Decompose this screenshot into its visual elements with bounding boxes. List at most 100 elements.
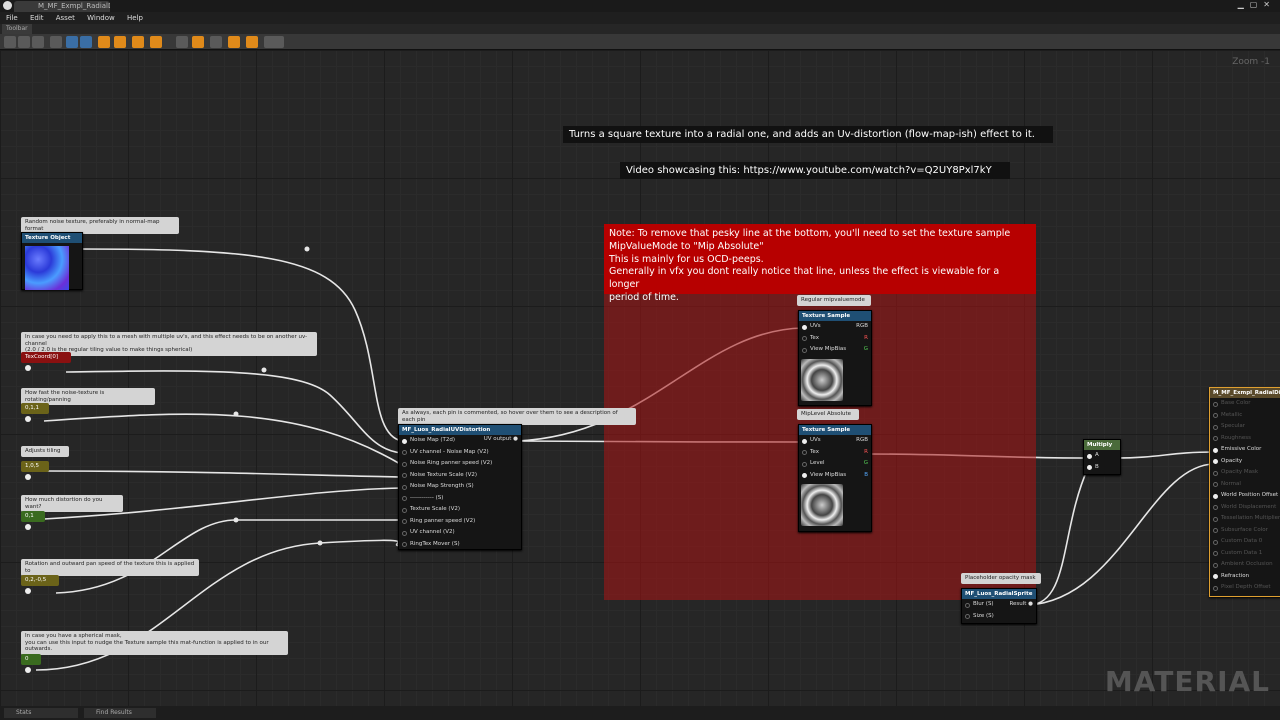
pin-label: Noise Map Strength (S) <box>410 483 474 489</box>
browse-icon[interactable] <box>18 36 30 48</box>
result-pin-row[interactable]: Normal <box>1210 479 1280 491</box>
menu-file[interactable]: File <box>6 12 18 24</box>
result-pin-row[interactable]: World Displacement <box>1210 502 1280 514</box>
result-pin-row[interactable]: Emissive Color <box>1210 444 1280 456</box>
input-pin-row[interactable]: Noise Map Strength (S) <box>399 481 521 493</box>
platform-stats-icon[interactable] <box>210 36 222 48</box>
input-pin-row[interactable]: RingTex Mover (S) <box>399 539 521 551</box>
radial-uv-distortion-node[interactable]: MF_Luos_RadialUVDistortion UV output ● N… <box>398 424 522 550</box>
input-pin-row[interactable]: UVs RGB <box>799 435 871 447</box>
result-pin-row[interactable]: Ambient Occlusion <box>1210 559 1280 571</box>
param-value: 0 <box>25 656 29 662</box>
layout-dropdown-icon[interactable] <box>264 36 284 48</box>
texture-object-node[interactable]: Texture Object <box>21 232 83 290</box>
pin-label: Level <box>810 460 825 466</box>
editor-tab[interactable]: M_MF_Exmpl_RadialDisto... <box>14 1 110 12</box>
menu-window[interactable]: Window <box>87 12 115 24</box>
result-pin-row[interactable]: Refraction <box>1210 571 1280 583</box>
menu-asset[interactable]: Asset <box>56 12 75 24</box>
pin-dot <box>402 450 407 455</box>
note-line: Generally in vfx you dont really notice … <box>609 266 1000 291</box>
input-pin-row[interactable]: Level G <box>799 458 871 470</box>
input-pin-row[interactable]: Tex R <box>799 447 871 459</box>
constant-tiling-node[interactable]: 1,0,5 <box>21 461 49 480</box>
input-pin-row[interactable]: Size (S) <box>962 611 1036 623</box>
constant-spherical-node[interactable]: 0 <box>21 654 41 673</box>
input-pin-row[interactable]: ------------ (S) <box>399 493 521 505</box>
pin-dot <box>402 519 407 524</box>
pin-label: Tessellation Multiplier <box>1221 515 1280 521</box>
search-icon[interactable] <box>50 36 62 48</box>
input-pin-row[interactable]: View MipBias G <box>799 344 871 356</box>
texcoord-node[interactable]: TexCoord[0] <box>21 352 71 371</box>
find-results-tab[interactable]: Find Results <box>84 708 156 718</box>
live-preview-icon[interactable] <box>114 36 126 48</box>
result-pin-row[interactable]: Custom Data 0 <box>1210 536 1280 548</box>
stats-icon[interactable] <box>192 36 204 48</box>
menu-help[interactable]: Help <box>127 12 143 24</box>
mobile-stats-icon[interactable] <box>228 36 240 48</box>
comment-pins: As always, each pin is commented, so hov… <box>398 408 636 425</box>
apply-icon[interactable] <box>32 36 44 48</box>
input-pin-row[interactable]: UVs RGB <box>799 321 871 333</box>
input-pin-row[interactable]: View MipBias B <box>799 470 871 482</box>
input-pin-row[interactable]: Noise Texture Scale (V2) <box>399 470 521 482</box>
pin-dot <box>1213 482 1218 487</box>
output-pin[interactable] <box>25 365 31 371</box>
result-pin-row[interactable]: Pixel Depth Offset <box>1210 582 1280 594</box>
constant-distortion-node[interactable]: 0,1 <box>21 511 45 530</box>
texture-sample-node-2[interactable]: Texture Sample UVs RGB Tex R Level G View M… <box>798 424 872 532</box>
material-result-node[interactable]: M_MF_Exmpl_RadialDis... Base Color Metall… <box>1209 387 1280 597</box>
material-graph-canvas[interactable]: Zoom -1 Turns a square texture into a ra… <box>0 50 1280 706</box>
input-pin-row[interactable]: Noise Map (T2d) <box>399 435 521 447</box>
output-pin[interactable] <box>25 416 31 422</box>
result-pin-row[interactable]: Opacity Mask <box>1210 467 1280 479</box>
input-pin-row[interactable]: B <box>1084 462 1120 474</box>
pin-dot <box>1087 453 1092 459</box>
result-pin-row[interactable]: Subsurface Color <box>1210 525 1280 537</box>
comment-regular-mip: Regular mipvaluemode <box>797 295 871 306</box>
clean-up-icon[interactable] <box>80 36 92 48</box>
output-pin[interactable] <box>25 588 31 594</box>
input-pin-row[interactable]: Texture Scale (V2) <box>399 504 521 516</box>
home-icon[interactable] <box>66 36 78 48</box>
menu-edit[interactable]: Edit <box>30 12 44 24</box>
live-update-icon[interactable] <box>150 36 162 48</box>
hide-unrelated-icon[interactable] <box>176 36 188 48</box>
pin-dot <box>1213 493 1218 499</box>
input-pin-row[interactable]: Noise Ring panner speed (V2) <box>399 458 521 470</box>
toolbar-tab[interactable]: Toolbar <box>2 24 32 34</box>
pin-label: Ring panner speed (V2) <box>410 517 476 524</box>
window-controls[interactable]: ▁▢✕ <box>1238 0 1276 9</box>
multiply-node[interactable]: Multiply A B <box>1083 439 1121 475</box>
constant-panning-node[interactable]: 0,1,1 <box>21 403 49 422</box>
input-pin-row[interactable]: UV channel - Noise Map (V2) <box>399 447 521 459</box>
result-pin-row[interactable]: Tessellation Multiplier <box>1210 513 1280 525</box>
result-pin-row[interactable]: Custom Data 1 <box>1210 548 1280 560</box>
input-pin-row[interactable]: A <box>1084 450 1120 462</box>
live-nodes-icon[interactable] <box>132 36 144 48</box>
result-pin-row[interactable]: Opacity <box>1210 456 1280 468</box>
input-pin-row[interactable]: Ring panner speed (V2) <box>399 516 521 528</box>
texture-sample-node-1[interactable]: Texture Sample UVs RGB Tex R View MipBias G <box>798 310 872 406</box>
note-comment-text: Note: To remove that pesky line at the b… <box>604 224 1036 303</box>
result-pin-row[interactable]: Metallic <box>1210 410 1280 422</box>
output-pin[interactable] <box>25 667 31 673</box>
save-icon[interactable] <box>4 36 16 48</box>
connectors-icon[interactable] <box>98 36 110 48</box>
constant-rotation-node[interactable]: 0,2,-0,5 <box>21 575 59 594</box>
radial-sprite-node[interactable]: MF_Luos_RadialSprite Blur (S) Result ● Si… <box>961 588 1037 624</box>
input-pin-row[interactable]: UV channel (V2) <box>399 527 521 539</box>
output-pin[interactable] <box>25 474 31 480</box>
input-pin-row[interactable]: Blur (S) Result ● <box>962 599 1036 611</box>
input-pin-row[interactable]: Tex R <box>799 333 871 345</box>
result-pin-row[interactable]: Specular <box>1210 421 1280 433</box>
result-pin-row[interactable]: Roughness <box>1210 433 1280 445</box>
unreal-logo-icon <box>3 1 12 10</box>
result-pin-row[interactable]: World Position Offset <box>1210 490 1280 502</box>
preview-icon[interactable] <box>246 36 258 48</box>
stats-tab[interactable]: Stats <box>4 708 78 718</box>
result-pin-row[interactable]: Base Color <box>1210 398 1280 410</box>
output-pin[interactable] <box>25 524 31 530</box>
result-output-pin[interactable]: Result ● <box>1009 599 1033 611</box>
